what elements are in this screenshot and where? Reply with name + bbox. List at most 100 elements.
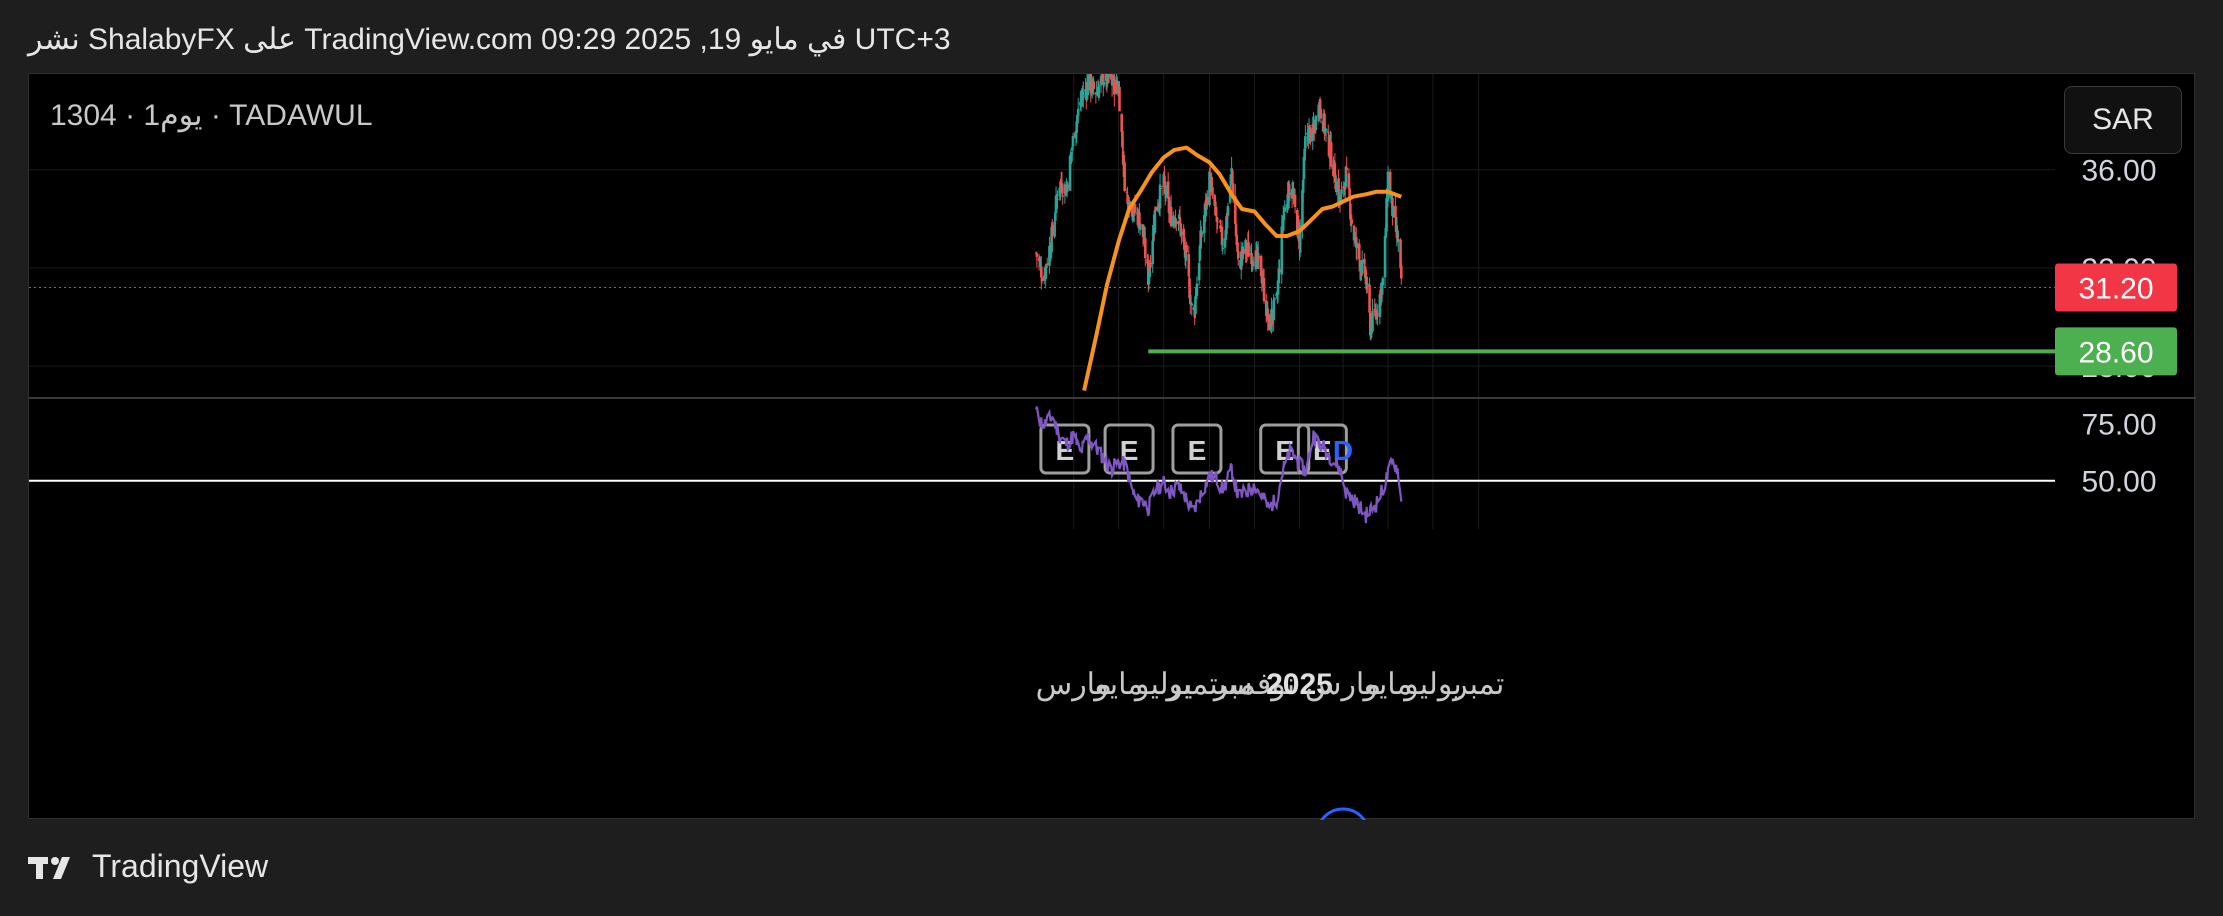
candle-body	[1360, 259, 1364, 274]
candle-body	[1335, 181, 1338, 192]
candle-body	[1097, 85, 1101, 98]
publish-info-header: نشر ShalabyFX على TradingView.com 09:29 …	[28, 23, 951, 56]
candle-body	[1153, 210, 1157, 233]
candle-body	[1159, 187, 1163, 189]
tradingview-logo-icon	[28, 856, 70, 879]
candle-body	[1257, 256, 1261, 258]
candle-body	[1056, 198, 1059, 200]
candle-body	[1355, 242, 1359, 249]
price-axis: 36.0032.0028.0031.2028.60	[2055, 155, 2177, 384]
candle-body	[1357, 243, 1361, 260]
chart-area[interactable]: EEEEED 36.0032.0028.0031.2028.60 75.0050…	[28, 73, 2196, 863]
candle-body	[1363, 258, 1366, 264]
candle-body	[1247, 242, 1250, 257]
candle-body	[1216, 218, 1219, 220]
candle-body	[1161, 186, 1165, 188]
candle-body	[1293, 194, 1297, 208]
candle-body	[1309, 128, 1312, 142]
candle-body	[1399, 265, 1403, 279]
support-price-badge: 28.60	[2078, 336, 2153, 369]
candle-body	[1283, 207, 1287, 212]
candle-body	[1138, 223, 1142, 230]
candle-body	[1383, 235, 1387, 278]
candle-body	[1349, 203, 1352, 220]
candle-body	[1340, 189, 1343, 195]
candle-body	[1371, 311, 1374, 332]
candle-body	[1151, 240, 1154, 265]
candle-body	[1197, 263, 1201, 281]
candle-body	[1190, 303, 1194, 306]
candle-body	[1282, 213, 1286, 220]
earnings-marker-label: E	[1188, 435, 1207, 466]
candle-body	[1045, 263, 1049, 266]
candle-body	[1066, 185, 1070, 189]
moving-average-line	[1082, 145, 1402, 392]
time-axis: مارسمايويوليوسبتمبرنوفمبر2025مارسمايويول…	[1036, 668, 1505, 702]
candle-body	[1195, 283, 1199, 296]
footer-brand-text: TradingView	[92, 848, 269, 884]
candle-body	[1169, 206, 1173, 227]
currency-button[interactable]: SAR	[2064, 86, 2182, 154]
candle-body	[1350, 219, 1354, 224]
candle-body	[1385, 198, 1388, 232]
rsi-axis-tick: 50.00	[2081, 466, 2156, 499]
candle-body	[1381, 278, 1385, 286]
candle-body	[1200, 232, 1204, 235]
candle-body	[1076, 108, 1080, 116]
candlesticks	[1034, 74, 1403, 341]
candle-body	[1252, 265, 1256, 267]
candle-body	[1051, 224, 1054, 235]
candle-body	[1262, 277, 1266, 301]
candle-body	[1092, 81, 1095, 90]
moving-average-layer	[1082, 145, 1402, 392]
candle-body	[1068, 155, 1072, 191]
candle-body	[1308, 125, 1312, 127]
candle-body	[1366, 283, 1369, 287]
candle-body	[1178, 217, 1182, 224]
candle-body	[1087, 74, 1090, 91]
grid-lines	[29, 74, 2196, 529]
candle-body	[1102, 81, 1106, 86]
symbol-label: 1304 · 1يوم · TADAWUL	[50, 99, 373, 132]
candle-body	[1118, 86, 1121, 112]
dividend-marker-icon	[1315, 807, 1371, 863]
candle-body	[1113, 76, 1116, 95]
candle-body	[1205, 197, 1209, 206]
candle-body	[1144, 238, 1147, 259]
candle-body	[1236, 242, 1239, 252]
candle-body	[1267, 314, 1271, 330]
candle-body	[1288, 192, 1292, 195]
rsi-panel: 75.00 50.00	[29, 406, 2157, 524]
candle-body	[1278, 269, 1281, 273]
candle-body	[1236, 251, 1240, 259]
candle-body	[1343, 187, 1347, 190]
price-chart-svg[interactable]: EEEEED 36.0032.0028.0031.2028.60 75.0050…	[29, 74, 2196, 863]
candle-body	[1164, 185, 1168, 198]
candle-body	[1329, 142, 1333, 167]
candle-body	[1304, 136, 1307, 149]
time-axis-label: تمبر	[1451, 668, 1504, 702]
candle-body	[1211, 187, 1214, 196]
candle-body	[1149, 262, 1152, 268]
candle-body	[1376, 313, 1379, 315]
candle-body	[1386, 171, 1390, 202]
candle-body	[1324, 128, 1328, 132]
candle-body	[1061, 195, 1064, 197]
candle-body	[1242, 248, 1245, 255]
candle-body	[1107, 74, 1111, 77]
candle-body	[1273, 297, 1276, 301]
candle-body	[1226, 206, 1230, 216]
candle-body	[1071, 135, 1075, 147]
candle-body	[1185, 244, 1188, 253]
candle-body	[1133, 204, 1137, 213]
candle-body	[1391, 205, 1395, 218]
candle-body	[1123, 162, 1126, 191]
support-layer	[29, 287, 2085, 354]
rsi-axis-tick: 75.00	[2081, 408, 2156, 441]
candle-body	[1221, 247, 1225, 249]
candle-body	[1397, 238, 1400, 242]
candle-body	[1154, 206, 1157, 212]
footer-branding: TradingView	[28, 848, 268, 885]
candle-body	[1035, 253, 1039, 257]
candle-body	[1314, 116, 1318, 131]
